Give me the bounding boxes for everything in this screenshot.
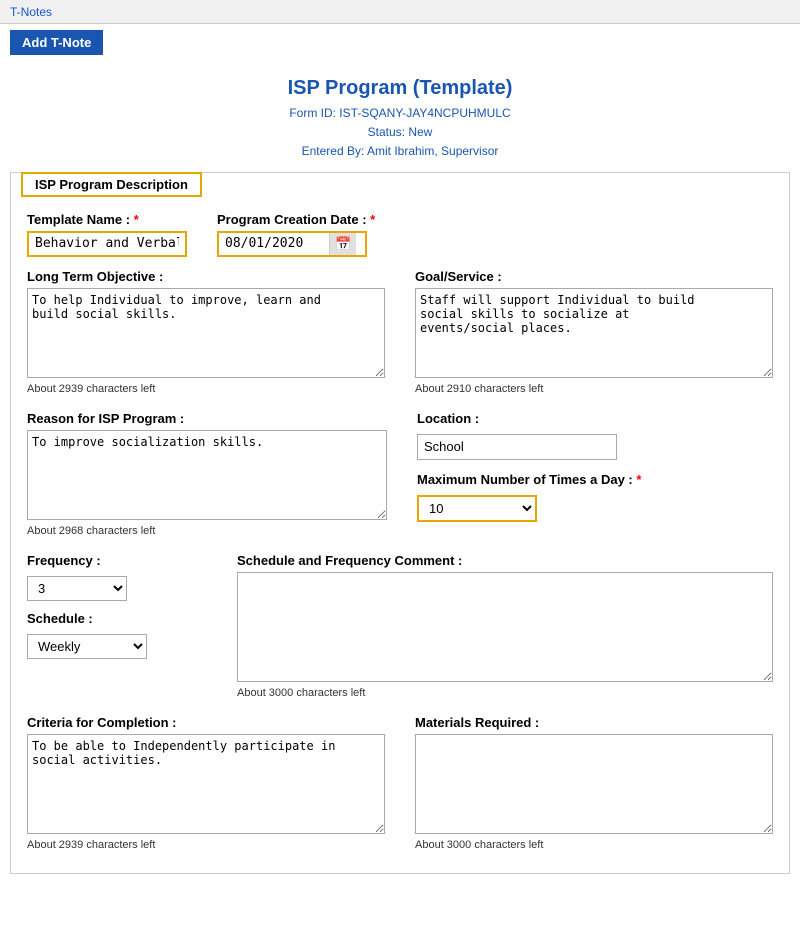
frequency-label: Frequency :: [27, 553, 207, 568]
max-times-day-label: Maximum Number of Times a Day : *: [417, 472, 773, 487]
divider-3: [27, 705, 773, 715]
schedule-select[interactable]: Weekly: [27, 634, 147, 659]
date-input[interactable]: [219, 233, 329, 254]
row-reason-location: Reason for ISP Program : To improve soci…: [27, 411, 773, 537]
reason-isp-label: Reason for ISP Program :: [27, 411, 387, 426]
row-objective-goal: Long Term Objective : To help Individual…: [27, 269, 773, 395]
required-star-3: *: [636, 472, 641, 487]
divider-2: [27, 543, 773, 553]
frequency-group: Frequency : 3: [27, 553, 207, 601]
location-label: Location :: [417, 411, 773, 426]
sched-freq-comment-char-count: About 3000 characters left: [237, 687, 773, 699]
form-status: Status: New: [10, 123, 790, 142]
add-tnote-wrapper: Add T-Note: [0, 24, 800, 61]
criteria-col: Criteria for Completion : To be able to …: [27, 715, 385, 851]
reason-isp-textarea[interactable]: To improve socialization skills.: [27, 430, 387, 520]
program-creation-date-group: Program Creation Date : * 📅: [217, 212, 375, 257]
program-creation-date-label: Program Creation Date : *: [217, 212, 375, 227]
frequency-select[interactable]: 3: [27, 576, 127, 601]
row-template-date: Template Name : * Program Creation Date …: [27, 212, 773, 257]
long-term-objective-textarea[interactable]: To help Individual to improve, learn and…: [27, 288, 385, 378]
form-entered-by: Entered By: Amit Ibrahim, Supervisor: [10, 142, 790, 161]
criteria-label: Criteria for Completion :: [27, 715, 385, 730]
frequency-schedule-col: Frequency : 3 Schedule : Weekly: [27, 553, 207, 699]
location-maxtimes-col: Location : Maximum Number of Times a Day…: [417, 411, 773, 537]
goal-service-group: Goal/Service : Staff will support Indivi…: [415, 269, 773, 395]
location-group: Location :: [417, 411, 773, 460]
sched-freq-comment-textarea[interactable]: [237, 572, 773, 682]
form-id: Form ID: IST-SQANY-JAY4NCPUHMULC: [10, 104, 790, 123]
reason-isp-char-count: About 2968 characters left: [27, 525, 387, 537]
add-tnote-button[interactable]: Add T-Note: [10, 30, 103, 55]
row-freq-sched: Frequency : 3 Schedule : Weekly Schedule…: [27, 553, 773, 699]
materials-col: Materials Required : About 3000 characte…: [415, 715, 773, 851]
calendar-button[interactable]: 📅: [329, 233, 356, 255]
criteria-textarea[interactable]: To be able to Independently participate …: [27, 734, 385, 834]
date-input-wrapper: 📅: [217, 231, 367, 257]
divider-1: [27, 401, 773, 411]
materials-char-count: About 3000 characters left: [415, 839, 773, 851]
materials-label: Materials Required :: [415, 715, 773, 730]
goal-service-label: Goal/Service :: [415, 269, 773, 284]
schedule-group: Schedule : Weekly: [27, 611, 207, 659]
long-term-objective-group: Long Term Objective : To help Individual…: [27, 269, 385, 395]
criteria-char-count: About 2939 characters left: [27, 839, 385, 851]
top-bar: T-Notes: [0, 0, 800, 24]
form-meta: Form ID: IST-SQANY-JAY4NCPUHMULC Status:…: [10, 104, 790, 162]
max-times-day-group: Maximum Number of Times a Day : * 10: [417, 472, 773, 522]
schedule-label: Schedule :: [27, 611, 207, 626]
required-star-1: *: [134, 212, 139, 227]
long-term-objective-label: Long Term Objective :: [27, 269, 385, 284]
long-term-objective-char-count: About 2939 characters left: [27, 383, 385, 395]
template-name-group: Template Name : *: [27, 212, 187, 257]
goal-service-char-count: About 2910 characters left: [415, 383, 773, 395]
isp-program-section: ISP Program Description Template Name : …: [10, 172, 790, 874]
required-star-2: *: [370, 212, 375, 227]
template-name-input[interactable]: [27, 231, 187, 257]
location-input[interactable]: [417, 434, 617, 460]
section-tab-label: ISP Program Description: [21, 172, 202, 197]
page-header: ISP Program (Template) Form ID: IST-SQAN…: [0, 61, 800, 172]
template-name-label: Template Name : *: [27, 212, 187, 227]
section-body: Template Name : * Program Creation Date …: [11, 198, 789, 873]
tnotes-link[interactable]: T-Notes: [10, 5, 52, 19]
sched-freq-comment-col: Schedule and Frequency Comment : About 3…: [237, 553, 773, 699]
page-title: ISP Program (Template): [10, 77, 790, 100]
calendar-icon: 📅: [335, 236, 351, 252]
materials-textarea[interactable]: [415, 734, 773, 834]
sched-freq-comment-label: Schedule and Frequency Comment :: [237, 553, 773, 568]
goal-service-textarea[interactable]: Staff will support Individual to build s…: [415, 288, 773, 378]
max-times-day-select[interactable]: 10: [417, 495, 537, 522]
reason-isp-group: Reason for ISP Program : To improve soci…: [27, 411, 387, 537]
row-criteria-materials: Criteria for Completion : To be able to …: [27, 715, 773, 851]
